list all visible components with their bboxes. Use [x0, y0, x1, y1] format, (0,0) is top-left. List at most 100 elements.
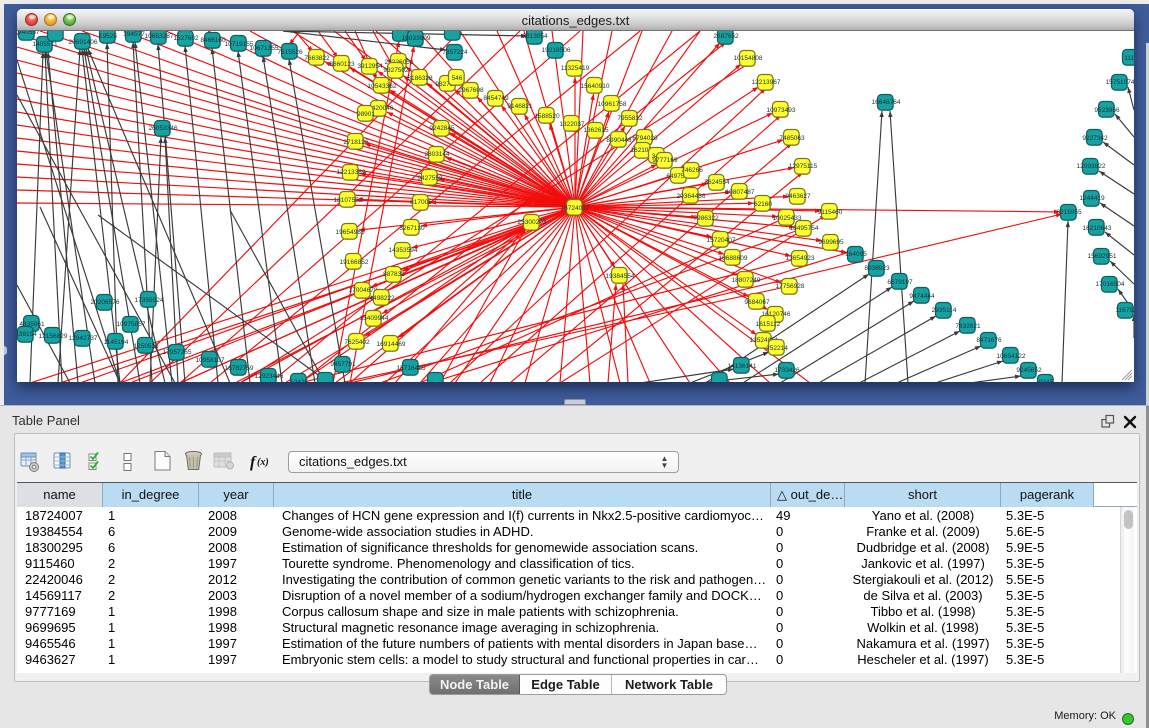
svg-text:7955812: 7955812: [617, 115, 643, 122]
svg-text:(x): (x): [257, 457, 269, 468]
svg-text:2687652: 2687652: [713, 33, 739, 40]
svg-text:7625402: 7625402: [344, 339, 370, 346]
svg-text:10961758: 10961758: [598, 101, 627, 108]
svg-text:9146821: 9146821: [507, 103, 533, 110]
svg-text:10654122: 10654122: [997, 353, 1026, 360]
svg-text:10807487: 10807487: [726, 189, 755, 196]
svg-text:817006: 817006: [410, 199, 432, 206]
svg-text:10543362: 10543362: [368, 83, 397, 90]
svg-text:1615112: 1615112: [756, 321, 781, 328]
svg-text:546: 546: [452, 75, 463, 82]
svg-text:12093822: 12093822: [1077, 163, 1106, 170]
svg-text:1112: 1112: [1124, 55, 1134, 62]
svg-text:1588520: 1588520: [534, 113, 560, 120]
svg-text:9115460: 9115460: [818, 209, 843, 216]
svg-text:15751074: 15751074: [1106, 79, 1134, 86]
svg-text:9699695: 9699695: [818, 239, 844, 246]
svg-text:10958107: 10958107: [196, 357, 225, 364]
svg-text:19384554: 19384554: [606, 273, 635, 280]
svg-text:12156829: 12156829: [39, 333, 68, 340]
svg-text:20364436: 20364436: [677, 193, 706, 200]
svg-text:1733426: 1733426: [774, 367, 800, 374]
svg-text:7357224: 7357224: [442, 49, 468, 56]
svg-text:6679197: 6679197: [887, 279, 913, 286]
svg-text:8466160: 8466160: [200, 37, 226, 44]
svg-text:19218506: 19218506: [542, 47, 571, 54]
svg-text:1244419: 1244419: [1079, 195, 1105, 202]
svg-text:4498222: 4498222: [369, 295, 395, 302]
svg-text:1940557: 1940557: [17, 31, 40, 36]
svg-text:14353594: 14353594: [389, 247, 418, 254]
svg-text:9327502: 9327502: [383, 67, 409, 74]
svg-text:10973493: 10973493: [767, 107, 796, 114]
svg-text:746266: 746266: [681, 167, 703, 174]
svg-text:2967608: 2967608: [458, 87, 484, 94]
svg-text:18807249: 18807249: [732, 277, 761, 284]
svg-text:9523966: 9523966: [1094, 107, 1120, 114]
svg-text:12213389: 12213389: [337, 169, 366, 176]
svg-text:62160: 62160: [754, 201, 772, 208]
svg-text:15640910: 15640910: [581, 83, 610, 90]
svg-text:8215955: 8215955: [1056, 209, 1082, 216]
svg-text:13654923: 13654923: [786, 255, 815, 262]
svg-text:8454749: 8454749: [483, 95, 509, 102]
svg-text:19166852: 19166852: [340, 259, 369, 266]
svg-text:1362615: 1362615: [583, 127, 609, 134]
svg-text:98901: 98901: [357, 111, 375, 118]
svg-text:15692951: 15692951: [1088, 253, 1117, 260]
svg-text:9245652: 9245652: [1016, 367, 1042, 374]
svg-text:12975115: 12975115: [789, 163, 818, 170]
svg-text:10975857: 10975857: [117, 321, 146, 328]
svg-text:f: f: [250, 454, 257, 471]
svg-text:11325419: 11325419: [561, 65, 590, 72]
svg-text:17359924: 17359924: [135, 297, 164, 304]
svg-text:252214: 252214: [766, 345, 788, 352]
svg-text:7632621: 7632621: [955, 323, 981, 330]
svg-text:1322037: 1322037: [559, 121, 585, 128]
svg-text:3912954: 3912954: [357, 63, 383, 70]
svg-text:3267130: 3267130: [399, 225, 425, 232]
svg-text:164095: 164095: [845, 251, 867, 258]
svg-text:9777169: 9777169: [652, 157, 678, 164]
svg-text:7663822: 7663822: [304, 55, 330, 62]
svg-text:8660123: 8660123: [329, 61, 355, 68]
svg-text:19525: 19525: [99, 33, 117, 40]
svg-text:2718126: 2718126: [343, 139, 369, 146]
svg-text:8186328: 8186328: [407, 75, 433, 82]
svg-text:887831: 887831: [383, 271, 405, 278]
svg-text:19654985: 19654985: [336, 229, 365, 236]
svg-text:116753: 116753: [1115, 307, 1134, 314]
svg-text:14136141: 14136141: [728, 363, 757, 370]
svg-text:9245: 9245: [1039, 379, 1054, 382]
svg-text:17016504: 17016504: [1096, 281, 1125, 288]
svg-text:7515526: 7515526: [277, 49, 303, 56]
svg-text:18495754: 18495754: [790, 225, 819, 232]
svg-text:16648764: 16648764: [872, 99, 901, 106]
svg-text:1250515: 1250515: [133, 343, 159, 350]
svg-text:18107552: 18107552: [334, 197, 363, 204]
svg-text:15716485: 15716485: [397, 365, 426, 372]
svg-text:20691406: 20691406: [69, 39, 98, 46]
svg-text:18724007: 18724007: [561, 205, 590, 212]
svg-text:10154808: 10154808: [734, 55, 763, 62]
svg-text:9684067: 9684067: [744, 299, 770, 306]
svg-text:25300203: 25300203: [518, 219, 547, 226]
svg-text:9463627: 9463627: [785, 193, 811, 200]
svg-text:2803144: 2803144: [424, 151, 450, 158]
svg-text:7986322: 7986322: [693, 215, 719, 222]
svg-text:12213967: 12213967: [752, 79, 781, 86]
svg-text:26053346: 26053346: [149, 125, 178, 132]
svg-text:17756928: 17756928: [776, 283, 805, 290]
svg-text:16914469: 16914469: [377, 341, 406, 348]
svg-text:8990448: 8990448: [606, 137, 632, 144]
svg-text:6794028: 6794028: [632, 135, 658, 142]
svg-text:10688609: 10688609: [719, 255, 748, 262]
svg-text:3624554: 3624554: [704, 179, 730, 186]
svg-text:139154: 139154: [17, 331, 37, 338]
svg-text:10671355: 10671355: [250, 45, 279, 52]
svg-text:16782759: 16782759: [225, 365, 254, 372]
svg-text:15409944: 15409944: [360, 315, 389, 322]
svg-text:8813054: 8813054: [522, 33, 548, 40]
svg-text:12942737: 12942737: [69, 335, 98, 342]
svg-text:194577: 194577: [123, 31, 145, 38]
